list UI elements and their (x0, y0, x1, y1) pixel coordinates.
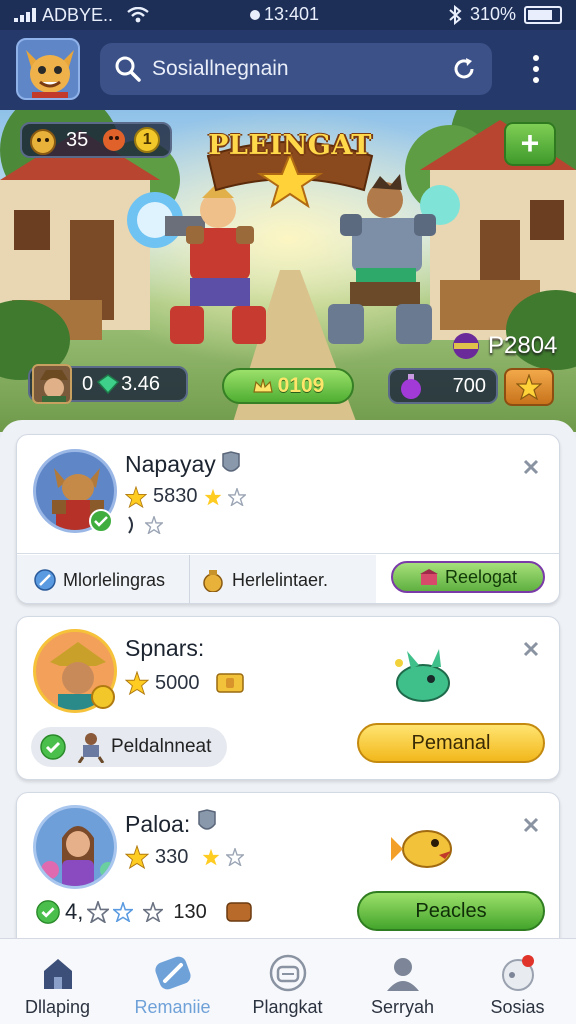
player-name: Napayay (125, 451, 216, 477)
battery-icon (524, 5, 562, 24)
search-icon (115, 56, 141, 82)
badge-count-icon: 1 (134, 127, 161, 153)
potion-icon (401, 374, 421, 399)
person-icon (387, 958, 419, 991)
nav-item-dllaping[interactable]: Dllaping (0, 939, 115, 1024)
status-bar: ADBYE.. 13:401 310% (0, 0, 576, 30)
scroll-icon (225, 902, 252, 922)
star-outline-icon (113, 902, 134, 922)
star-icon (125, 845, 149, 869)
carrier-label: ADBYE.. (42, 4, 114, 25)
potion-orb-icon (453, 333, 479, 359)
close-icon[interactable] (521, 639, 541, 659)
refresh-icon[interactable] (450, 55, 478, 83)
coin-badge-icon (91, 685, 115, 709)
close-icon[interactable] (521, 457, 541, 477)
bluetooth-icon (449, 4, 462, 25)
tab-herlelintaer[interactable]: Herlelintaer. (190, 555, 376, 603)
player-avatar[interactable] (16, 38, 80, 100)
nav-item-remaniie[interactable]: Remaniie (115, 939, 230, 1024)
star-outline-icon (143, 902, 164, 922)
clock: 13:401 (250, 4, 319, 25)
player-list: Napayay 5830 Mlorlelingras Herlelintaer.… (0, 420, 576, 952)
coin-counter: 35 1 (20, 122, 172, 158)
gem-icon (97, 374, 120, 394)
pencil-icon (155, 956, 191, 990)
star-icon (125, 671, 149, 695)
player-rating (125, 515, 163, 535)
close-icon[interactable] (521, 815, 541, 835)
compass-icon (34, 569, 56, 591)
search-input[interactable]: Sosiallnegnain (152, 57, 289, 81)
tab-mlorlelingras[interactable]: Mlorlelingras (17, 555, 189, 603)
fire-orb-icon (103, 129, 126, 151)
potion-counter: 700 (388, 368, 498, 404)
gamepad-icon (269, 954, 307, 992)
player-card[interactable]: Napayay 5830 Mlorlelingras Herlelintaer.… (16, 434, 560, 604)
partial-star-icon (128, 516, 133, 534)
gold-button[interactable]: 0109 (222, 368, 354, 404)
nav-item-sosias[interactable]: Sosias (460, 939, 575, 1024)
game-banner: PLEINGAT 35 1 + P2804 0 3.46 0109 700 (0, 110, 576, 432)
player-card[interactable]: Paloa: 330 4, 130 Peacles (16, 792, 560, 952)
points-counter: P2804 (450, 330, 557, 362)
money-bag-icon (203, 570, 223, 592)
check-icon (36, 900, 60, 924)
home-icon (44, 959, 72, 989)
nav-item-serryah[interactable]: Serryah (345, 939, 460, 1024)
signal-icon (14, 8, 36, 22)
pemanal-button[interactable]: Pemanal (357, 723, 545, 763)
star-outline-icon (145, 516, 163, 534)
shop-icon (419, 569, 438, 585)
status-chip[interactable]: Peldalnneat (31, 727, 228, 767)
player-card[interactable]: Spnars: 5000 Peldalnneat Pemanal (16, 616, 560, 780)
banner-title: PLEINGAT (208, 130, 372, 161)
verified-icon (89, 509, 113, 533)
star-outline-icon (226, 848, 245, 866)
nav-item-plangkat[interactable]: Plangkat (230, 939, 345, 1024)
fish-creature-icon (391, 830, 452, 868)
player-score: 5830 (125, 485, 246, 508)
more-menu-icon[interactable] (524, 52, 548, 88)
player-score: 330 (125, 845, 245, 869)
app-header: Sosiallnegnain (0, 30, 576, 110)
check-icon (40, 734, 66, 760)
player-portrait[interactable] (33, 805, 117, 889)
star-icon (203, 848, 220, 866)
ticket-icon (215, 673, 244, 693)
star-outline-icon (227, 487, 246, 506)
player-stats: 4, 130 (35, 899, 253, 925)
player-score: 5000 (125, 671, 244, 695)
search-bar[interactable]: Sosiallnegnain (100, 43, 492, 95)
battery-percent: 310% (469, 4, 516, 24)
crown-icon (252, 378, 273, 393)
shield-icon (198, 809, 216, 830)
star-button[interactable] (504, 368, 554, 406)
hero-avatar-small[interactable] (32, 364, 72, 404)
star-icon (204, 488, 221, 505)
player-name: Spnars: (125, 635, 205, 661)
notification-icon (502, 955, 534, 991)
wifi-icon (127, 7, 149, 23)
coin-bag-icon (30, 129, 56, 155)
shield-icon (222, 451, 240, 472)
reelogat-button[interactable]: Reelogat (391, 561, 545, 593)
player-name: Paloa: (125, 811, 191, 837)
star-icon (516, 374, 542, 400)
character-icon (77, 733, 105, 763)
divider (17, 553, 559, 554)
add-button[interactable]: + (504, 122, 556, 166)
pet-creature-icon (395, 649, 450, 702)
bottom-nav: Dllaping Remaniie Plangkat Serryah Sosia… (0, 938, 576, 1024)
peacles-button[interactable]: Peacles (357, 891, 545, 931)
star-icon (125, 485, 147, 508)
gem-counter: 0 3.46 (28, 364, 188, 404)
star-outline-icon (87, 901, 110, 923)
